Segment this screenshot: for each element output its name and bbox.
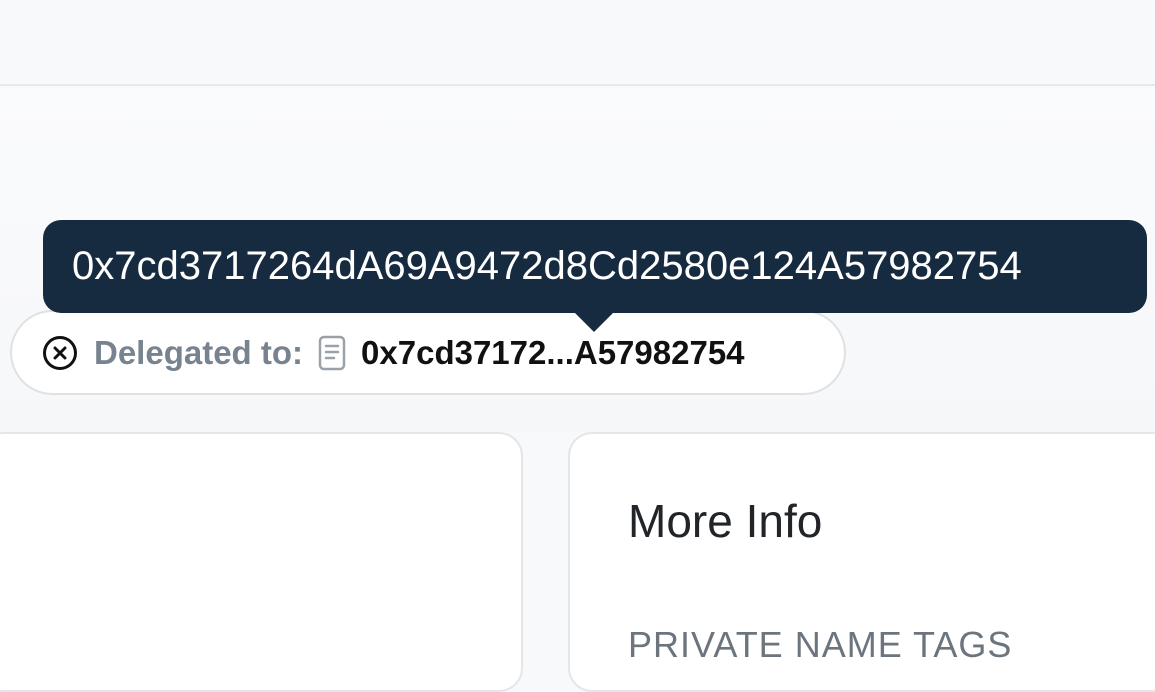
- tooltip-arrow: [574, 312, 614, 332]
- delegation-badge: Delegated to: 0x7cd37172...A57982754: [10, 310, 846, 395]
- more-info-card: More Info PRIVATE NAME TAGS: [568, 432, 1155, 692]
- more-info-title: More Info: [628, 495, 823, 547]
- delegate-address-link[interactable]: 0x7cd37172...A57982754: [361, 334, 745, 372]
- x-circle-icon: [43, 335, 77, 370]
- document-icon: [318, 335, 346, 370]
- overview-card: [0, 432, 523, 692]
- private-name-tags-label: PRIVATE NAME TAGS: [628, 624, 1013, 665]
- top-navbar: [0, 0, 1155, 86]
- address-tooltip: 0x7cd3717264dA69A9472d8Cd2580e124A579827…: [43, 220, 1147, 313]
- delegated-to-label: Delegated to:: [94, 333, 304, 371]
- tooltip-full-address: 0x7cd3717264dA69A9472d8Cd2580e124A579827…: [72, 244, 1022, 288]
